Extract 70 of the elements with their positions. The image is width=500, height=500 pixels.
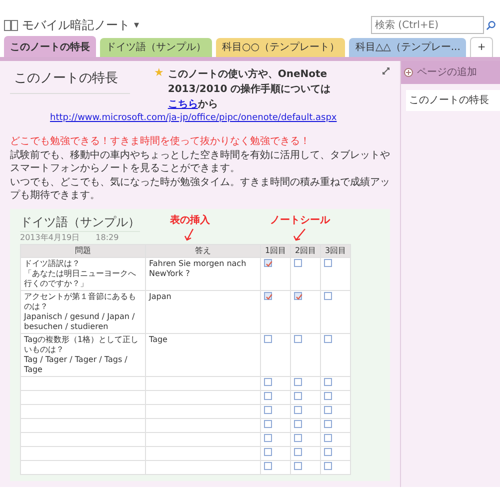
- column-header: 2回目: [290, 244, 320, 257]
- checkbox[interactable]: [294, 434, 302, 442]
- column-header: 答え: [146, 244, 260, 257]
- add-page-button[interactable]: ページの追加: [401, 61, 500, 84]
- annotation-arrow: [184, 228, 196, 242]
- notebook-icon: [4, 20, 18, 30]
- search-field[interactable]: 検索 (Ctrl+E): [371, 16, 484, 34]
- checkbox[interactable]: [324, 420, 332, 428]
- url-link[interactable]: http://www.microsoft.com/ja-jp/office/pipc/onenote/default.aspx: [50, 112, 390, 126]
- checkbox[interactable]: [264, 292, 272, 300]
- checkbox[interactable]: [294, 462, 302, 470]
- table-cell: アクセントが第１音節にあるものは？ Japanisch / gesund / Japan / besuchen / studieren: [20, 290, 146, 333]
- checkbox[interactable]: [264, 406, 272, 414]
- column-header: 3回目: [320, 244, 350, 257]
- checkbox[interactable]: [264, 392, 272, 400]
- add-icon[interactable]: [404, 68, 413, 77]
- new-section-tab[interactable]: +: [470, 37, 493, 57]
- notice-link[interactable]: こちら: [168, 99, 198, 110]
- annotation-label: ノートシール: [270, 214, 330, 228]
- annotation-label: 表の挿入: [170, 214, 210, 228]
- expand-icon[interactable]: [382, 67, 390, 75]
- checkbox[interactable]: [324, 448, 332, 456]
- checkbox[interactable]: [294, 292, 302, 300]
- time-text: 18:29: [96, 232, 119, 244]
- column-header: 1回目: [260, 244, 290, 257]
- section-tab[interactable]: 科目△△（テンプレー...: [349, 38, 466, 57]
- checkbox[interactable]: [324, 258, 332, 266]
- notice-text: このノートの使い方や、OneNote 2013/2010 の操作手順については こちらから: [168, 67, 332, 112]
- table-cell: Fahren Sie morgen nach NewYork ?: [146, 257, 260, 290]
- checkbox[interactable]: [324, 434, 332, 442]
- checkbox[interactable]: [294, 448, 302, 456]
- checkbox[interactable]: [324, 378, 332, 386]
- section-tab[interactable]: このノートの特長: [4, 36, 96, 57]
- checkbox[interactable]: [264, 434, 272, 442]
- star-icon: ★: [154, 67, 164, 78]
- sample-title: ドイツ語（サンプル）: [20, 214, 140, 230]
- page-title: このノートの特長: [10, 67, 130, 94]
- checkbox[interactable]: [264, 448, 272, 456]
- checkbox[interactable]: [324, 392, 332, 400]
- checkbox[interactable]: [324, 292, 332, 300]
- column-header: 問題: [20, 244, 146, 257]
- table-cell: ドイツ語訳は？ 「あなたは明日ニューヨークへ行くのですか？」: [20, 257, 146, 290]
- annotation-arrow: [293, 228, 307, 242]
- caret-icon[interactable]: ▾: [134, 18, 140, 32]
- checkbox[interactable]: [324, 462, 332, 470]
- checkbox[interactable]: [324, 334, 332, 342]
- checkbox[interactable]: [264, 420, 272, 428]
- checkbox[interactable]: [324, 406, 332, 414]
- search-icon[interactable]: [486, 20, 496, 30]
- checkbox[interactable]: [294, 406, 302, 414]
- date-text: 2013年4月19日: [20, 232, 80, 244]
- headline-text: どこでも勉強できる！すきま時間を使って抜かりなく勉強できる！: [10, 134, 311, 148]
- table-cell: Tage: [146, 333, 260, 376]
- checkbox[interactable]: [264, 334, 272, 342]
- checkbox[interactable]: [294, 378, 302, 386]
- checkbox[interactable]: [294, 392, 302, 400]
- section-tab[interactable]: ドイツ語（サンプル）: [100, 38, 212, 57]
- section-tab[interactable]: 科目○○（テンプレート）: [216, 38, 346, 57]
- checkbox[interactable]: [294, 258, 302, 266]
- checkbox[interactable]: [264, 378, 272, 386]
- checkbox[interactable]: [294, 334, 302, 342]
- body-text: 試験前でも、移動中の車内やちょっとした空き時間を有効に活用して、タブレットやスマートフォンからノートを見ることができます。: [10, 148, 390, 176]
- checkbox[interactable]: [264, 462, 272, 470]
- checkbox[interactable]: [294, 420, 302, 428]
- table-cell: Tagの複数形（1格）として正しいものは？ Tag / Tager / Tager / Tags / Tage: [20, 333, 146, 376]
- page-item[interactable]: このノートの特長: [406, 90, 500, 111]
- notebook-title[interactable]: モバイル暗記ノート: [22, 16, 130, 34]
- checkbox[interactable]: [264, 258, 272, 266]
- body-text: いつでも、どこでも、気になった時が勉強タイム。すきま時間の積み重ねで成績アップも期待できます。: [10, 176, 390, 202]
- table-cell: Japan: [146, 290, 260, 333]
